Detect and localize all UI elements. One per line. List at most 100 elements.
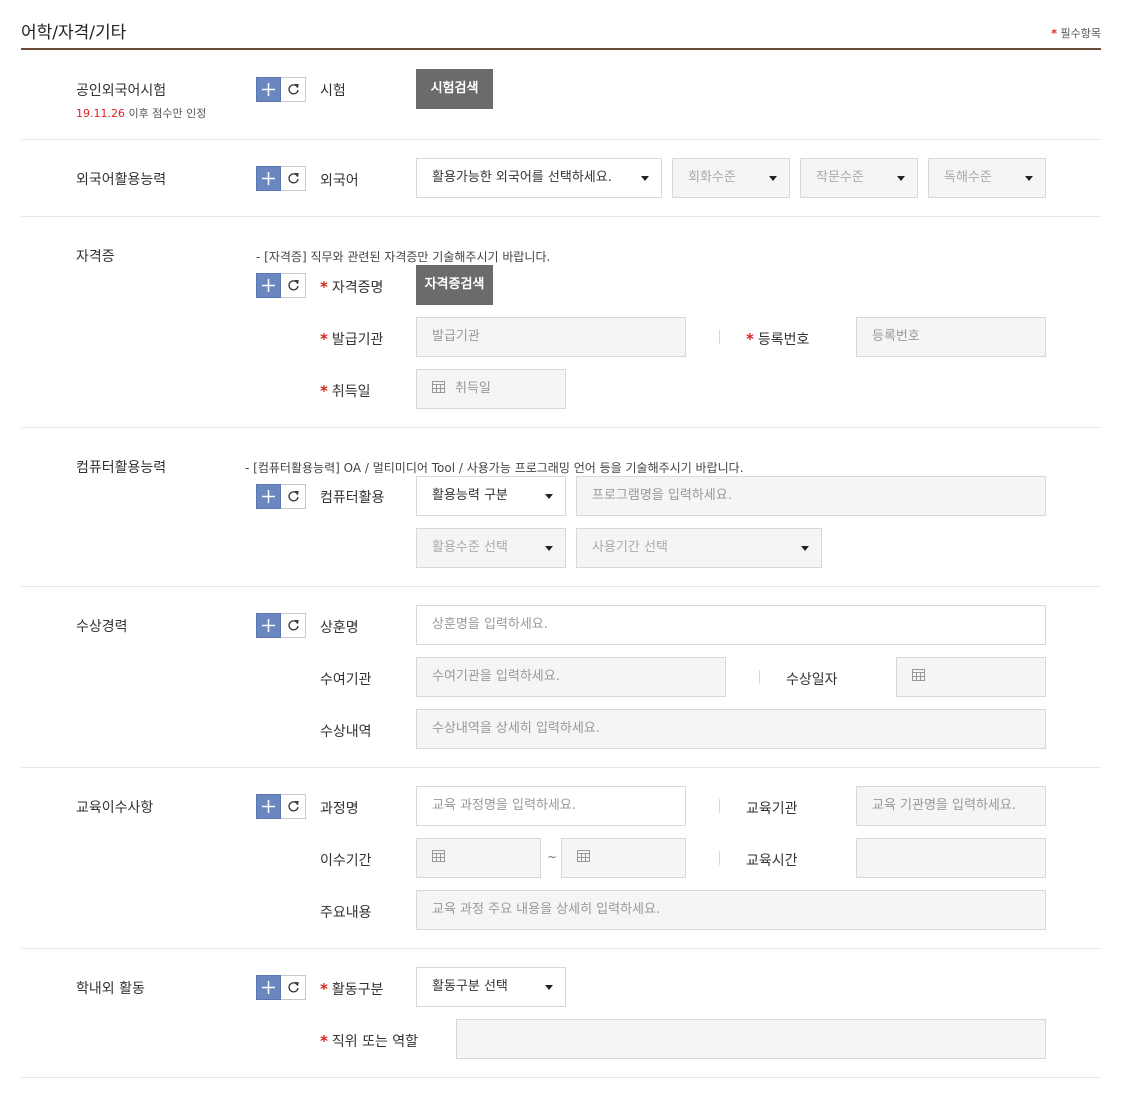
language-select[interactable]: 활용가능한 외국어를 선택하세요. (416, 158, 662, 198)
role-label-text: 직위 또는 역할 (331, 1034, 419, 1050)
period-start-input[interactable] (416, 838, 541, 878)
lang-test-note-date: 19.11.26 (76, 107, 125, 120)
certificate-search-button[interactable]: 자격증검색 (416, 265, 493, 305)
education-button-group (256, 794, 306, 819)
acquire-date-placeholder: 취득일 (455, 381, 491, 396)
activity-type-select[interactable]: 활동구분 선택 (416, 967, 566, 1007)
activity-type-value: 활동구분 선택 (432, 979, 508, 994)
section-divider (21, 948, 1101, 949)
plus-icon (262, 800, 275, 813)
section-label-certificate: 자격증 (76, 249, 115, 265)
writing-level-select[interactable]: 작문수준 (800, 158, 918, 198)
award-add-button[interactable] (256, 613, 281, 638)
computer-reset-button[interactable] (281, 484, 306, 509)
refresh-icon (287, 619, 299, 631)
calendar-icon (912, 669, 925, 681)
field-separator (759, 670, 760, 684)
regno-input[interactable]: 등록번호 (856, 317, 1046, 357)
regno-label-text: 등록번호 (757, 332, 810, 348)
section-label-computer: 컴퓨터활용능력 (76, 460, 167, 476)
computer-category-value: 활용능력 구분 (432, 488, 508, 503)
program-name-input[interactable]: 프로그램명을 입력하세요. (576, 476, 1046, 516)
hours-label: 교육시간 (746, 853, 798, 869)
computer-add-button[interactable] (256, 484, 281, 509)
content-input[interactable]: 교육 과정 주요 내용을 상세히 입력하세요. (416, 890, 1046, 930)
education-reset-button[interactable] (281, 794, 306, 819)
refresh-icon (287, 800, 299, 812)
foreign-lang-reset-button[interactable] (281, 166, 306, 191)
computer-period-value: 사용기간 선택 (592, 540, 668, 555)
writing-level-value: 작문수준 (816, 170, 864, 185)
activity-add-button[interactable] (256, 975, 281, 1000)
activity-reset-button[interactable] (281, 975, 306, 1000)
award-button-group (256, 613, 306, 638)
certificate-add-button[interactable] (256, 273, 281, 298)
computer-note: - [컴퓨터활용능력] OA / 멀티미디어 Tool / 사용가능 프로그래밍… (245, 461, 744, 475)
activity-button-group (256, 975, 306, 1000)
issuer-input[interactable]: 발급기관 (416, 317, 686, 357)
refresh-icon (287, 172, 299, 184)
required-star: * (320, 980, 328, 998)
certificate-note: - [자격증] 직무와 관련된 자격증만 기술해주시기 바랍니다. (256, 250, 551, 264)
computer-period-select[interactable]: 사용기간 선택 (576, 528, 822, 568)
plus-icon (262, 981, 275, 994)
content-label: 주요내용 (320, 905, 372, 921)
acquire-date-label-text: 취득일 (331, 384, 371, 400)
section-divider (21, 1077, 1101, 1078)
acquire-date-input[interactable]: 취득일 (416, 369, 566, 409)
role-input[interactable] (456, 1019, 1046, 1059)
section-label-lang-test: 공인외국어시험 (76, 83, 167, 99)
course-input[interactable]: 교육 과정명을 입력하세요. (416, 786, 686, 826)
section-divider (21, 216, 1101, 217)
caret-down-icon (897, 176, 905, 181)
computer-level-select[interactable]: 활용수준 선택 (416, 528, 566, 568)
award-detail-label: 수상내역 (320, 724, 372, 740)
institution-label: 교육기관 (746, 801, 798, 817)
required-note: * 필수항목 (1051, 25, 1101, 41)
certificate-button-group (256, 273, 306, 298)
education-add-button[interactable] (256, 794, 281, 819)
computer-category-select[interactable]: 활용능력 구분 (416, 476, 566, 516)
caret-down-icon (545, 985, 553, 990)
award-name-label: 상훈명 (320, 620, 359, 636)
hours-input[interactable] (856, 838, 1046, 878)
period-end-input[interactable] (561, 838, 686, 878)
lang-test-add-button[interactable] (256, 77, 281, 102)
award-org-label: 수여기관 (320, 672, 372, 688)
section-label-award: 수상경력 (76, 619, 128, 635)
award-detail-input[interactable]: 수상내역을 상세히 입력하세요. (416, 709, 1046, 749)
calendar-icon (577, 850, 590, 862)
role-label: * 직위 또는 역할 (320, 1031, 418, 1051)
plus-icon (262, 83, 275, 96)
caret-down-icon (545, 546, 553, 551)
acquire-date-label: * 취득일 (320, 381, 371, 401)
conversation-level-value: 회화수준 (688, 170, 736, 185)
title-divider (21, 48, 1101, 50)
plus-icon (262, 619, 275, 632)
required-star: * (320, 382, 328, 400)
period-label: 이수기간 (320, 853, 372, 869)
lang-test-reset-button[interactable] (281, 77, 306, 102)
award-name-input[interactable]: 상훈명을 입력하세요. (416, 605, 1046, 645)
refresh-icon (287, 981, 299, 993)
award-reset-button[interactable] (281, 613, 306, 638)
foreign-lang-field-label: 외국어 (320, 173, 359, 189)
foreign-lang-add-button[interactable] (256, 166, 281, 191)
conversation-level-select[interactable]: 회화수준 (672, 158, 790, 198)
reading-level-select[interactable]: 독해수준 (928, 158, 1046, 198)
caret-down-icon (545, 494, 553, 499)
award-org-input[interactable]: 수여기관을 입력하세요. (416, 657, 726, 697)
award-date-input[interactable] (896, 657, 1046, 697)
lang-test-note-text: 이후 점수만 인정 (124, 107, 207, 120)
test-search-button[interactable]: 시험검색 (416, 69, 493, 109)
foreign-lang-button-group (256, 166, 306, 191)
field-separator (719, 799, 720, 813)
reading-level-value: 독해수준 (944, 170, 992, 185)
certificate-reset-button[interactable] (281, 273, 306, 298)
award-date-label: 수상일자 (786, 672, 838, 688)
institution-input[interactable]: 교육 기관명을 입력하세요. (856, 786, 1046, 826)
refresh-icon (287, 279, 299, 291)
plus-icon (262, 279, 275, 292)
section-divider (21, 767, 1101, 768)
course-label: 과정명 (320, 801, 359, 817)
